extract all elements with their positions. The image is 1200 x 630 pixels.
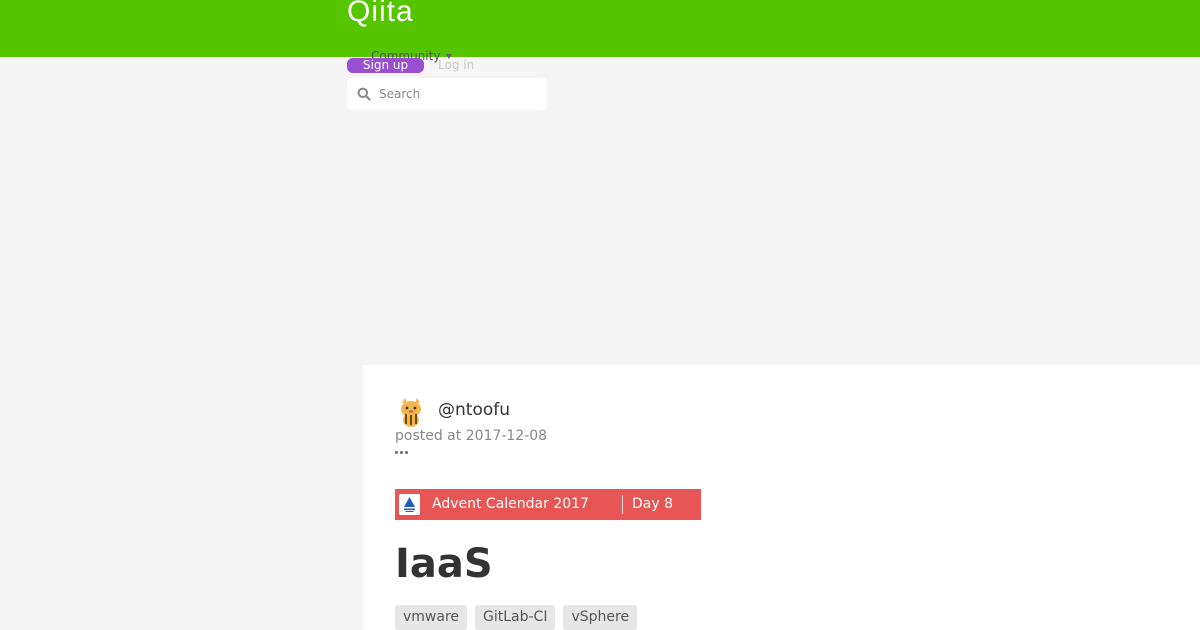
qiita-logo[interactable]: Qiita [347,0,414,29]
advent-calendar-title: Advent Calendar 2017 [432,496,589,512]
avatar[interactable] [395,397,427,429]
login-link[interactable]: Log in [438,58,474,73]
search-input[interactable] [379,84,539,104]
more-icon[interactable] [395,451,408,454]
article-title: IaaS [395,541,493,587]
calendar-logo-icon [399,494,420,515]
advent-calendar-day: Day 8 [632,496,674,512]
tag-gitlab-ci[interactable]: GitLab-CI [475,605,556,630]
tag-vsphere[interactable]: vSphere [563,605,638,630]
search-box[interactable] [347,78,547,110]
site-header: Qiita Community Sign up Log in [0,0,1200,110]
advent-calendar-banner[interactable]: Advent Calendar 2017 Day 8 [395,489,701,520]
author-name[interactable]: @ntoofu [438,399,510,421]
tag-vmware[interactable]: vmware [395,605,468,630]
tag-list: vmware GitLab-CI vSphere [395,605,638,630]
search-icon [357,87,371,101]
article-card: @ntoofu posted at 2017-12-08 Advent Cale… [363,365,1200,630]
divider [622,495,623,514]
signup-button[interactable]: Sign up [347,58,424,73]
posted-date: posted at 2017-12-08 [395,428,548,444]
